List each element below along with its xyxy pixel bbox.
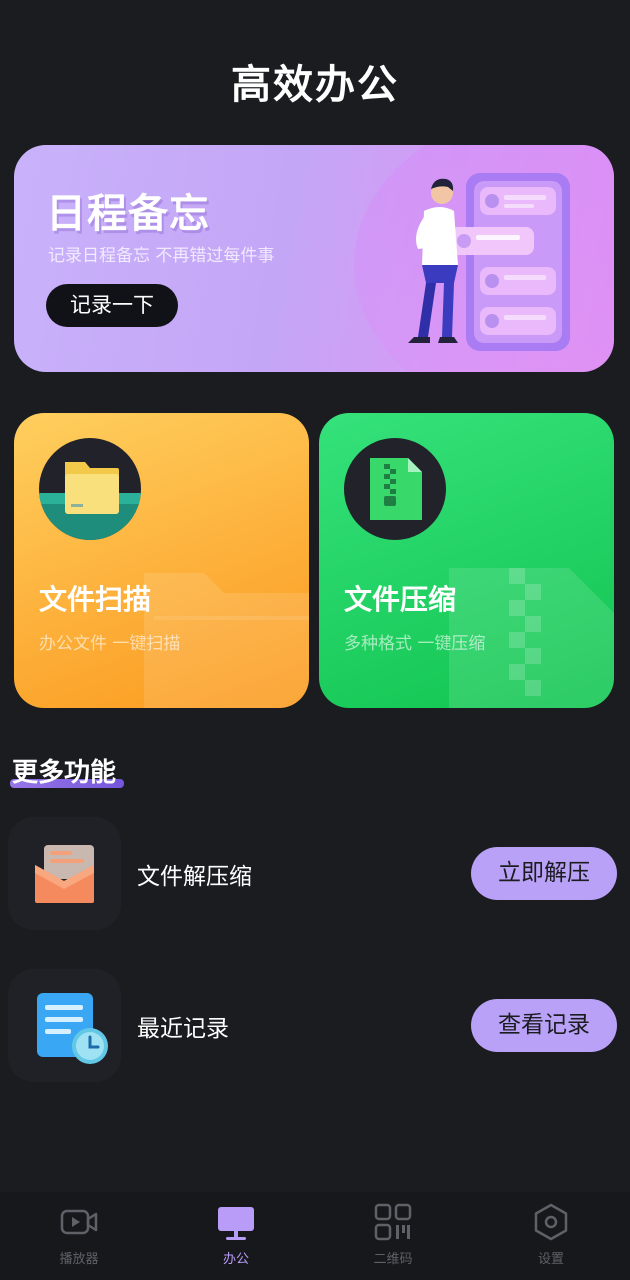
schedule-memo-banner[interactable]: 日程备忘 记录日程备忘 不再错过每件事 记录一下 <box>14 145 614 372</box>
document-clock-icon <box>37 993 108 1064</box>
open-envelope-icon <box>35 845 94 903</box>
qr-code-icon <box>374 1203 412 1241</box>
tab-player-label: 播放器 <box>59 1252 99 1267</box>
decompress-icon-box <box>8 817 121 930</box>
bottom-nav: 播放器 办公 二维码 设置 <box>0 1192 630 1280</box>
file-compress-subtitle: 多种格式 一键压缩 <box>344 634 486 654</box>
hexagon-settings-icon <box>534 1203 568 1241</box>
page-title: 高效办公 <box>231 62 399 108</box>
file-compress-title: 文件压缩 <box>344 583 457 616</box>
banner-subtitle: 记录日程备忘 不再错过每件事 <box>48 246 275 266</box>
record-button[interactable]: 记录一下 <box>46 284 178 327</box>
tab-office-label: 办公 <box>222 1252 249 1267</box>
more-features-title: 更多功能 <box>12 758 117 788</box>
tab-player[interactable]: 播放器 <box>0 1192 158 1280</box>
tab-settings-label: 设置 <box>537 1252 564 1267</box>
decompress-label: 文件解压缩 <box>137 864 252 890</box>
file-scan-card[interactable]: 文件扫描 办公文件 一键扫描 <box>14 413 309 708</box>
tab-qrcode-label: 二维码 <box>373 1252 413 1267</box>
tab-qrcode[interactable]: 二维码 <box>314 1192 472 1280</box>
zip-file-icon <box>370 458 422 520</box>
file-scan-subtitle: 办公文件 一键扫描 <box>39 634 181 654</box>
monitor-icon <box>218 1207 254 1240</box>
video-player-icon <box>60 1209 98 1235</box>
tab-settings[interactable]: 设置 <box>472 1192 630 1280</box>
decompress-now-button[interactable]: 立即解压 <box>471 847 617 900</box>
view-records-button[interactable]: 查看记录 <box>471 999 617 1052</box>
recent-icon-box <box>8 969 121 1082</box>
recent-records-label: 最近记录 <box>137 1016 229 1042</box>
folder-icon <box>39 462 141 540</box>
schedule-illustration-icon <box>408 173 570 351</box>
tab-office[interactable]: 办公 <box>157 1192 315 1280</box>
file-compress-card[interactable]: 文件压缩 多种格式 一键压缩 <box>319 413 614 708</box>
banner-title: 日程备忘 <box>46 191 210 237</box>
list-item-decompress: 文件解压缩 立即解压 <box>0 817 630 932</box>
zip-icon-circle <box>344 438 446 540</box>
file-scan-title: 文件扫描 <box>39 583 152 616</box>
folder-icon-circle <box>39 438 141 540</box>
list-item-recent: 最近记录 查看记录 <box>0 969 630 1084</box>
